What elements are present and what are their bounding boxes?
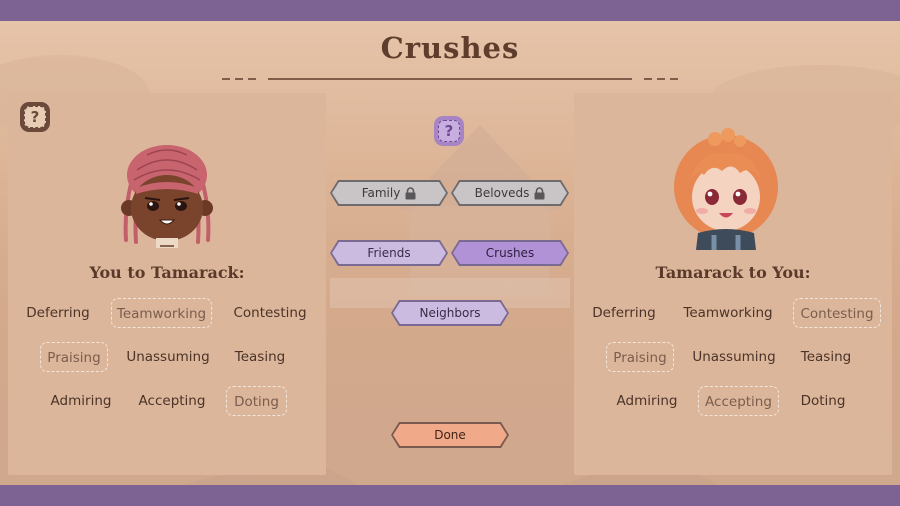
question-icon: ? — [438, 120, 460, 142]
left-trait-doting[interactable]: Doting — [226, 386, 287, 416]
category-beloveds-label: Beloveds — [474, 186, 530, 200]
left-trait-teasing[interactable]: Teasing — [230, 342, 290, 372]
right-trait-contesting[interactable]: Contesting — [793, 298, 881, 328]
category-friends-label: Friends — [367, 246, 411, 260]
lock-icon — [534, 187, 545, 200]
title-divider — [222, 78, 678, 80]
left-trait-accepting[interactable]: Accepting — [134, 386, 210, 416]
question-icon: ? — [24, 106, 46, 128]
left-panel-heading: You to Tamarack: — [89, 263, 245, 282]
category-crushes-label: Crushes — [485, 246, 535, 260]
bottom-frame-bar — [0, 485, 900, 506]
category-help-button[interactable]: ? — [434, 116, 464, 146]
help-button[interactable]: ? — [20, 102, 50, 132]
tamarack-portrait — [670, 125, 782, 250]
right-trait-teamworking[interactable]: Teamworking — [680, 298, 776, 328]
category-family-button[interactable]: Family — [330, 180, 448, 206]
right-trait-unassuming[interactable]: Unassuming — [690, 342, 778, 372]
right-trait-doting[interactable]: Doting — [794, 386, 852, 416]
right-trait-accepting[interactable]: Accepting — [698, 386, 779, 416]
right-trait-teasing[interactable]: Teasing — [796, 342, 856, 372]
top-frame-bar — [0, 0, 900, 21]
category-neighbors-label: Neighbors — [419, 306, 481, 320]
left-trait-teamworking[interactable]: Teamworking — [111, 298, 212, 328]
right-panel-heading: Tamarack to You: — [655, 263, 811, 282]
left-trait-praising[interactable]: Praising — [40, 342, 108, 372]
category-neighbors-button[interactable]: Neighbors — [391, 300, 509, 326]
category-friends-button[interactable]: Friends — [330, 240, 448, 266]
right-trait-deferring[interactable]: Deferring — [588, 298, 660, 328]
left-trait-contesting[interactable]: Contesting — [228, 298, 312, 328]
right-trait-admiring[interactable]: Admiring — [614, 386, 680, 416]
category-family-label: Family — [361, 186, 401, 200]
player-portrait — [112, 140, 222, 250]
left-trait-deferring[interactable]: Deferring — [22, 298, 94, 328]
category-crushes-button[interactable]: Crushes — [451, 240, 569, 266]
lock-icon — [405, 187, 416, 200]
done-label: Done — [434, 428, 466, 442]
left-trait-admiring[interactable]: Admiring — [48, 386, 114, 416]
right-trait-praising[interactable]: Praising — [606, 342, 674, 372]
screen-title: Crushes — [380, 31, 520, 65]
category-beloveds-button[interactable]: Beloveds — [451, 180, 569, 206]
done-button[interactable]: Done — [391, 422, 509, 448]
left-trait-unassuming[interactable]: Unassuming — [124, 342, 212, 372]
